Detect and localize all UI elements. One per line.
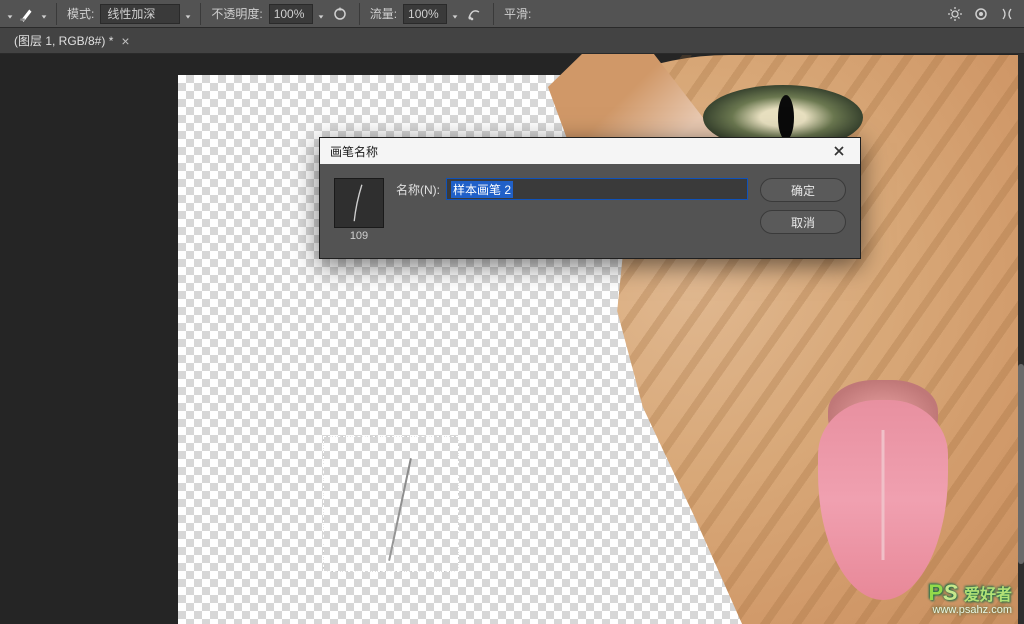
dialog-buttons: 确定 取消 bbox=[760, 178, 846, 242]
brush-name-input[interactable]: 样本画笔 2 bbox=[446, 178, 748, 200]
brush-preview: 109 bbox=[334, 178, 384, 242]
opacity-chevron[interactable] bbox=[317, 10, 325, 18]
document-tab-title: (图层 1, RGB/8#) * bbox=[14, 32, 113, 49]
flow-input[interactable]: 100% bbox=[403, 4, 447, 24]
name-row: 名称(N): 样本画笔 2 bbox=[396, 178, 748, 200]
mode-label: 模式: bbox=[67, 5, 94, 22]
gear-icon[interactable] bbox=[944, 3, 966, 25]
dialog-title: 画笔名称 bbox=[330, 143, 378, 160]
scrollbar-thumb[interactable] bbox=[1018, 364, 1024, 564]
divider bbox=[200, 3, 201, 25]
flow-value: 100% bbox=[408, 7, 439, 21]
flow-chevron[interactable] bbox=[451, 10, 459, 18]
watermark-p: P bbox=[928, 580, 943, 605]
brush-tool-icon[interactable] bbox=[18, 5, 36, 23]
pressure-opacity-icon[interactable] bbox=[329, 3, 351, 25]
opacity-label: 不透明度: bbox=[211, 5, 262, 22]
opacity-value: 100% bbox=[274, 7, 305, 21]
flow-label: 流量: bbox=[370, 5, 397, 22]
tool-preset-dropdown[interactable] bbox=[6, 10, 14, 18]
divider bbox=[359, 3, 360, 25]
ok-button[interactable]: 确定 bbox=[760, 178, 846, 202]
options-bar: 模式: 线性加深 不透明度: 100% 流量: 100% 平滑: bbox=[0, 0, 1024, 28]
selection-marquee[interactable] bbox=[323, 436, 459, 572]
blend-mode-value: 线性加深 bbox=[107, 5, 155, 22]
divider bbox=[493, 3, 494, 25]
whisker-stroke bbox=[388, 458, 412, 561]
watermark-url: www.psahz.com bbox=[928, 604, 1012, 616]
dialog-body: 109 名称(N): 样本画笔 2 确定 取消 bbox=[320, 164, 860, 258]
watermark: PS 爱好者 www.psahz.com bbox=[928, 582, 1012, 616]
left-empty-panel bbox=[0, 54, 178, 624]
watermark-cn: 爱好者 bbox=[964, 587, 1012, 604]
brush-thumbnail bbox=[334, 178, 384, 228]
dialog-fields: 名称(N): 样本画笔 2 bbox=[396, 178, 748, 242]
smooth-label: 平滑: bbox=[504, 5, 531, 22]
document-tab[interactable]: (图层 1, RGB/8#) * × bbox=[6, 28, 138, 53]
brush-name-value: 样本画笔 2 bbox=[451, 181, 513, 198]
name-label: 名称(N): bbox=[396, 181, 440, 198]
symmetry-icon[interactable] bbox=[996, 3, 1018, 25]
brush-size-label: 109 bbox=[350, 230, 368, 242]
dialog-close-button[interactable] bbox=[824, 141, 854, 161]
tab-close-icon[interactable]: × bbox=[121, 34, 129, 48]
brush-name-dialog: 画笔名称 109 名称(N): 样本画笔 2 确定 取消 bbox=[319, 137, 861, 259]
vertical-scrollbar[interactable] bbox=[1018, 54, 1024, 624]
blend-mode-select[interactable]: 线性加深 bbox=[100, 4, 180, 24]
cancel-button[interactable]: 取消 bbox=[760, 210, 846, 234]
document-tab-bar: (图层 1, RGB/8#) * × bbox=[0, 28, 1024, 54]
opacity-input[interactable]: 100% bbox=[269, 4, 313, 24]
airbrush-icon[interactable] bbox=[463, 3, 485, 25]
divider bbox=[56, 3, 57, 25]
dialog-titlebar[interactable]: 画笔名称 bbox=[320, 138, 860, 164]
watermark-s: S bbox=[943, 580, 958, 605]
brush-preset-dropdown[interactable] bbox=[40, 10, 48, 18]
blend-mode-chevron[interactable] bbox=[184, 10, 192, 18]
pressure-size-icon[interactable] bbox=[970, 3, 992, 25]
